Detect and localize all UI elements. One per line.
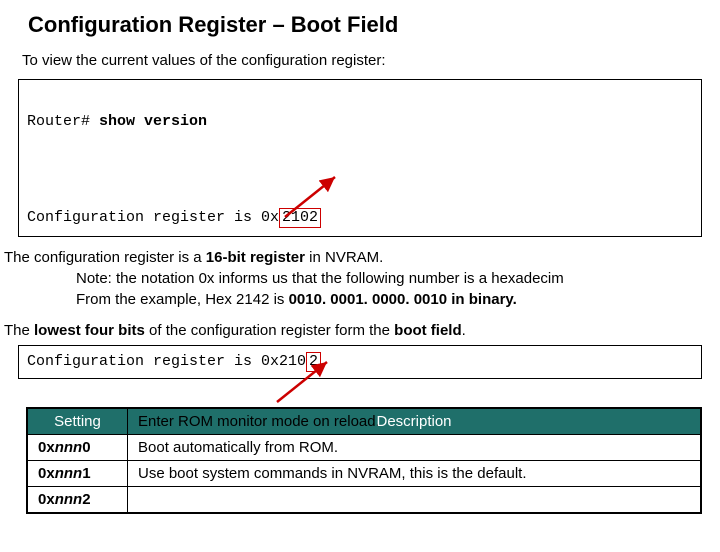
intro-text: To view the current values of the config…: [22, 52, 720, 69]
boot-field-table: Setting Enter ROM monitor mode on reload…: [26, 407, 702, 514]
table-row: 0xnnn1 Use boot system commands in NVRAM…: [28, 461, 701, 487]
result2-prefix: Configuration register is 0x210: [27, 353, 306, 370]
body-line-2: The lowest four bits of the configuratio…: [4, 322, 716, 339]
col-description: Enter ROM monitor mode on reload. Descri…: [128, 409, 701, 435]
table-row: 0xnnn2: [28, 487, 701, 513]
body-line-1: The configuration register is a 16-bit r…: [4, 249, 716, 266]
prompt: Router#: [27, 113, 90, 130]
result2-boxed: 2: [306, 352, 321, 372]
command: show version: [99, 113, 207, 130]
table-row: 0xnnn0 Boot automatically from ROM.: [28, 435, 701, 461]
result-prefix: Configuration register is 0x: [27, 209, 279, 226]
body-example: From the example, Hex 2142 is 0010. 0001…: [76, 291, 716, 308]
terminal-output-2: Configuration register is 0x2102: [18, 345, 702, 379]
body-note: Note: the notation 0x informs us that th…: [76, 270, 716, 287]
terminal-output-1: Router# show version Configuration regis…: [18, 79, 702, 237]
col-setting: Setting: [28, 409, 128, 435]
result-boxed: 2102: [279, 208, 321, 228]
page-title: Configuration Register – Boot Field: [28, 12, 720, 38]
